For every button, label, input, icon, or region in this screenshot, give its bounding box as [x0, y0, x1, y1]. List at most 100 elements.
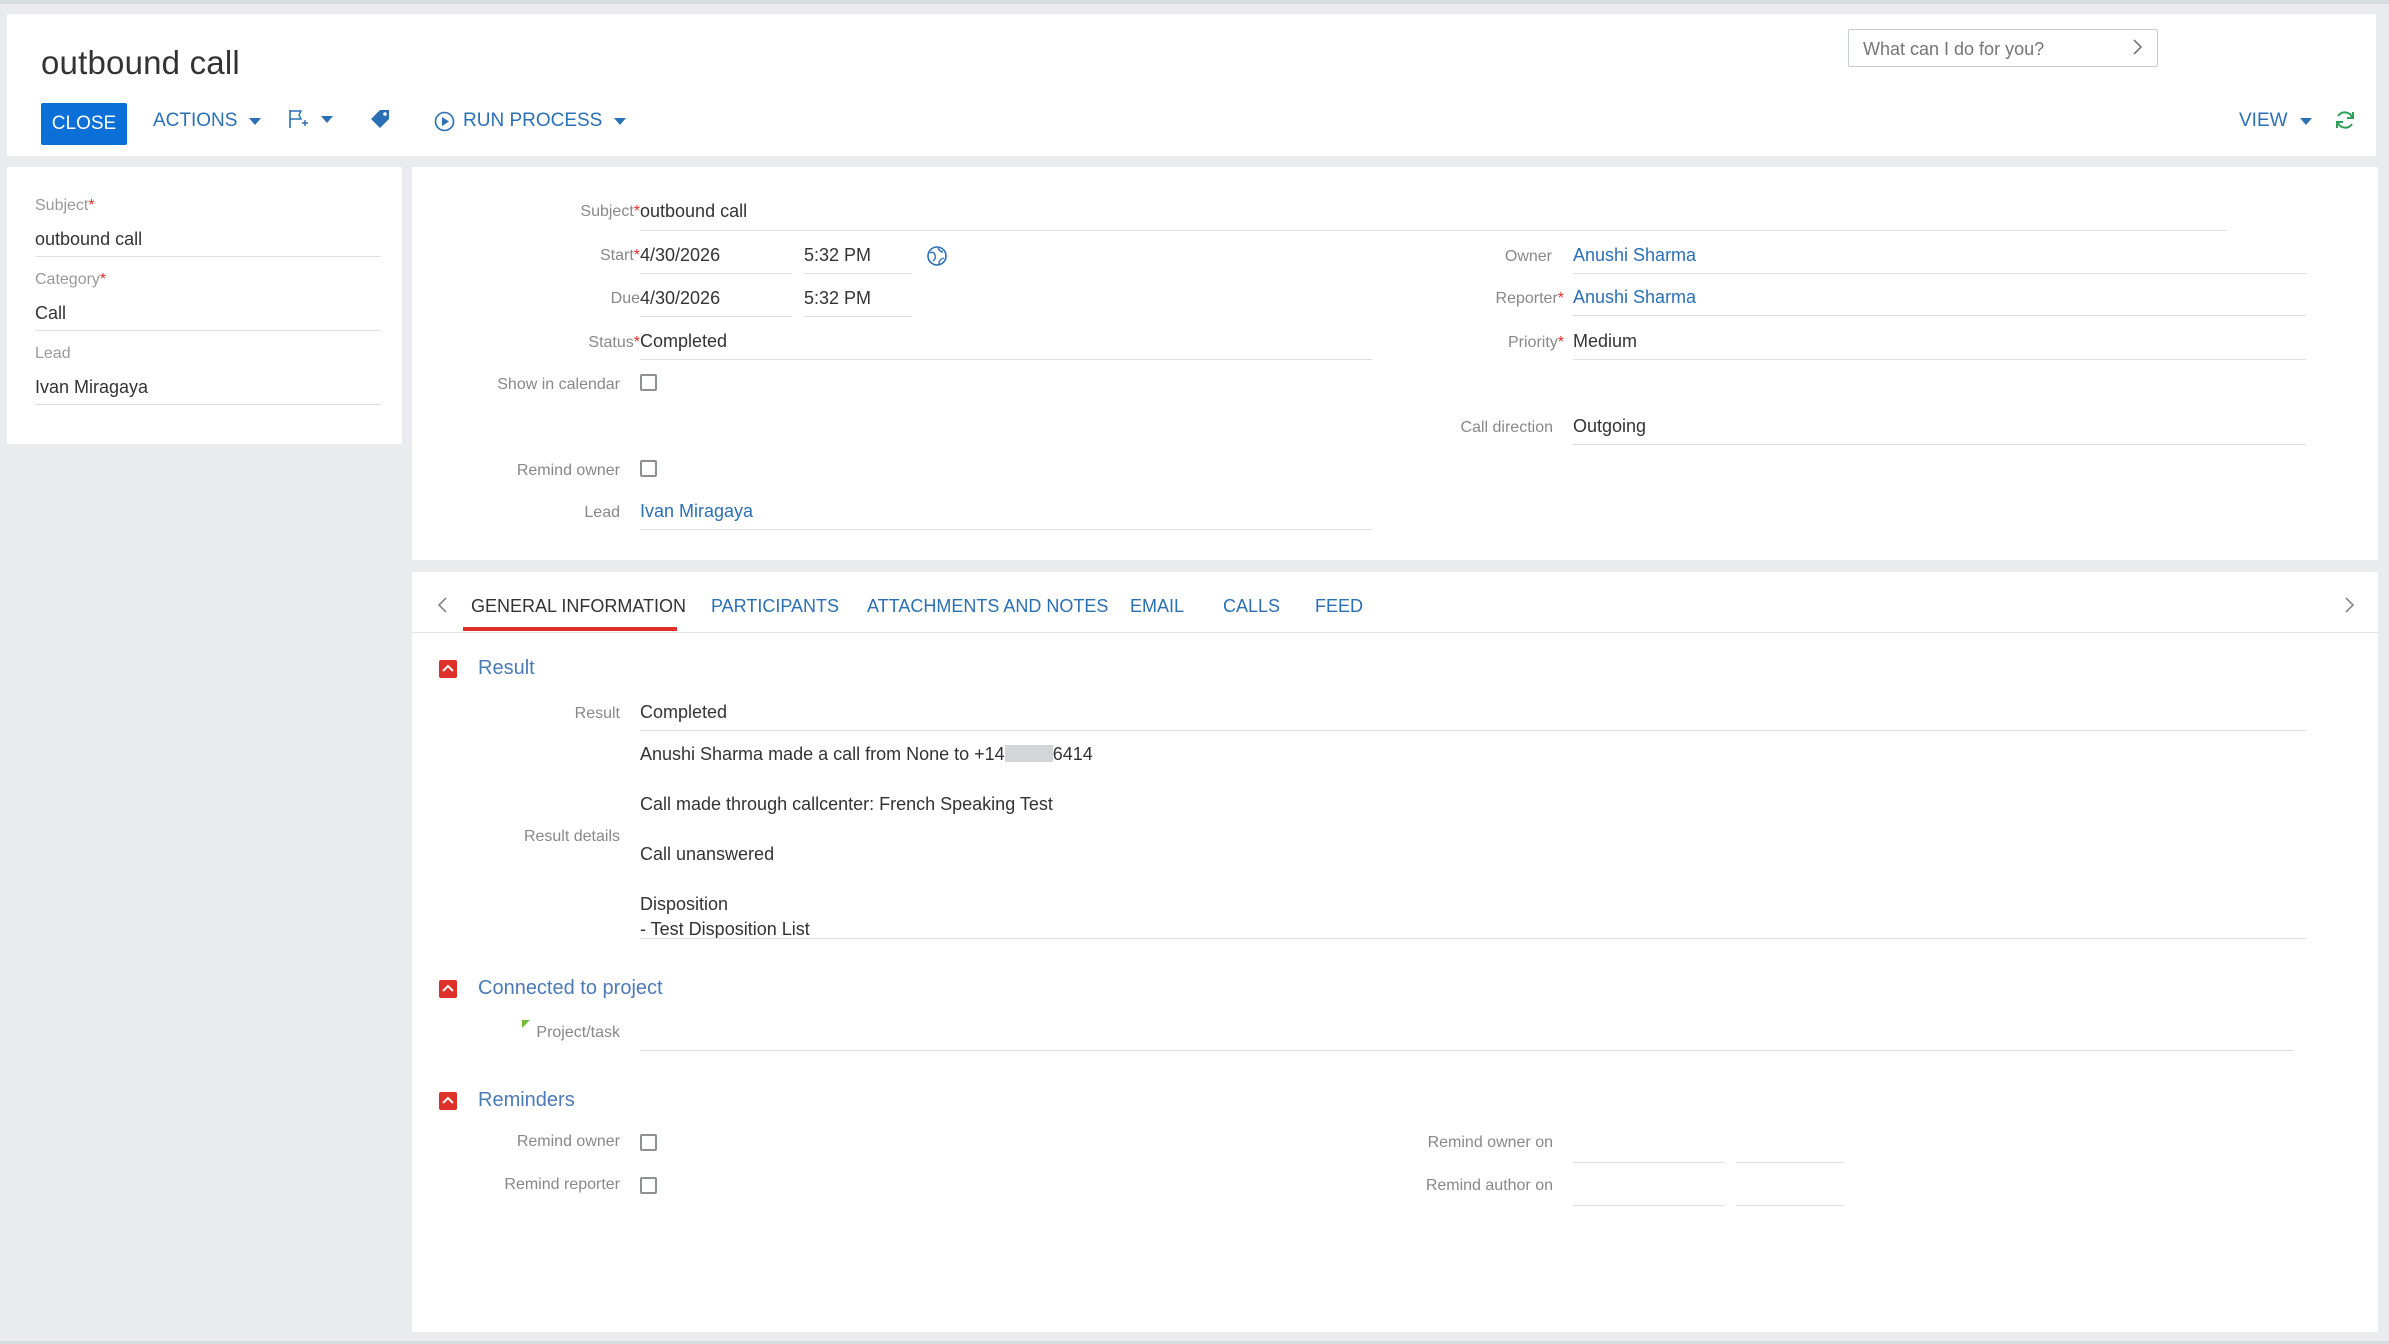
divider: [1573, 359, 2306, 360]
details-line-4: Disposition: [640, 894, 729, 914]
collapse-project-toggle[interactable]: [439, 980, 457, 998]
lead-link[interactable]: Ivan Miragaya: [640, 501, 753, 522]
lead-link[interactable]: Ivan Miragaya: [35, 377, 148, 398]
priority-label: Priority*: [1507, 334, 1564, 351]
subject-value[interactable]: outbound call: [640, 201, 747, 222]
project-section-title[interactable]: Connected to project: [478, 977, 663, 1000]
divider: [640, 529, 1372, 530]
active-tab-indicator: [463, 627, 677, 631]
details-line-3: Call unanswered: [640, 844, 775, 864]
tag-icon: [371, 110, 389, 128]
divider: [35, 404, 381, 405]
result-value[interactable]: Completed: [640, 702, 727, 723]
divider: [1573, 315, 2306, 316]
remind-owner-checkbox[interactable]: [640, 1134, 657, 1151]
divider: [640, 316, 792, 317]
tab-attachments-and-notes[interactable]: ATTACHMENTS AND NOTES: [867, 596, 1108, 617]
refresh-button[interactable]: [2333, 108, 2357, 132]
chevron-right-icon[interactable]: [2129, 38, 2145, 56]
divider: [35, 256, 381, 257]
remind-reporter-label: Remind reporter: [504, 1176, 620, 1193]
divider: [640, 230, 2226, 231]
divider: [640, 359, 1372, 360]
reporter-label: Reporter*: [1495, 290, 1564, 307]
start-label: Start*: [599, 247, 640, 264]
actions-label: ACTIONS: [153, 110, 238, 131]
remind-reporter-checkbox[interactable]: [640, 1177, 657, 1194]
chevron-up-icon: [442, 664, 454, 672]
details-panel: Subject* outbound call Start* 4/30/2026 …: [412, 167, 2378, 560]
result-label: Result: [574, 705, 620, 722]
subject-value[interactable]: outbound call: [35, 229, 142, 250]
due-time[interactable]: 5:32 PM: [804, 288, 871, 309]
run-process-menu[interactable]: RUN PROCESS: [434, 110, 627, 132]
project-task-input[interactable]: [640, 1050, 2294, 1051]
tab-scroll-left-icon[interactable]: [436, 596, 450, 614]
owner-link[interactable]: Anushi Sharma: [1573, 245, 1696, 266]
caret-down-icon: [614, 117, 627, 125]
search-input[interactable]: [1861, 38, 2125, 61]
caret-down-icon: [2299, 117, 2312, 125]
run-process-label: RUN PROCESS: [463, 110, 603, 131]
actions-menu[interactable]: ACTIONS: [153, 110, 262, 132]
divider: [1573, 444, 2306, 445]
category-label: Category*: [35, 271, 107, 288]
priority-value[interactable]: Medium: [1573, 331, 1637, 352]
show-in-calendar-label: Show in calendar: [497, 376, 620, 393]
flag-menu[interactable]: [287, 108, 333, 130]
remind-author-on-label: Remind author on: [1425, 1177, 1553, 1194]
divider: [804, 273, 912, 274]
status-label: Status*: [588, 334, 640, 351]
play-circle-icon: [434, 111, 455, 131]
divider: [35, 330, 381, 331]
collapse-result-toggle[interactable]: [439, 660, 457, 678]
page-title: outbound call: [41, 44, 240, 81]
call-direction-value[interactable]: Outgoing: [1573, 416, 1646, 437]
start-date[interactable]: 4/30/2026: [640, 245, 720, 266]
remind-owner-checkbox[interactable]: [640, 460, 657, 477]
reporter-link[interactable]: Anushi Sharma: [1573, 287, 1696, 308]
remind-author-date-input[interactable]: [1573, 1205, 1725, 1206]
command-search[interactable]: [1848, 29, 2158, 67]
remind-owner-on-label: Remind owner on: [1427, 1134, 1553, 1151]
redacted-block: [1004, 745, 1053, 762]
status-value[interactable]: Completed: [640, 331, 727, 352]
summary-panel: Subject* outbound call Category* Call Le…: [7, 167, 402, 444]
project-task-label: Project/task: [536, 1024, 620, 1041]
details-line-2: Call made through callcenter: French Spe…: [640, 794, 1053, 814]
tab-participants[interactable]: PARTICIPANTS: [711, 596, 839, 617]
remind-owner-label: Remind owner: [516, 462, 620, 479]
tab-scroll-right-icon[interactable]: [2342, 596, 2356, 614]
timezone-globe-icon[interactable]: [926, 245, 948, 267]
divider: [804, 316, 912, 317]
tab-feed[interactable]: FEED: [1315, 596, 1363, 617]
lead-label: Lead: [35, 345, 71, 362]
view-menu[interactable]: VIEW: [2239, 110, 2312, 132]
refresh-icon: [2336, 111, 2354, 129]
category-value[interactable]: Call: [35, 303, 66, 324]
due-label: Due: [610, 290, 640, 307]
divider: [1573, 273, 2306, 274]
remind-author-time-input[interactable]: [1736, 1205, 1844, 1206]
show-in-calendar-checkbox[interactable]: [640, 374, 657, 391]
tag-button[interactable]: [369, 108, 391, 130]
due-date[interactable]: 4/30/2026: [640, 288, 720, 309]
tab-email[interactable]: EMAIL: [1130, 596, 1184, 617]
remind-owner-time-input[interactable]: [1736, 1162, 1844, 1163]
flag-plus-icon: [289, 110, 308, 128]
remind-owner-date-input[interactable]: [1573, 1162, 1725, 1163]
tab-bar: GENERAL INFORMATION PARTICIPANTS ATTACHM…: [412, 572, 2378, 633]
call-direction-label: Call direction: [1460, 419, 1553, 436]
reminders-section-title[interactable]: Reminders: [478, 1089, 575, 1112]
collapse-reminders-toggle[interactable]: [439, 1092, 457, 1110]
start-time[interactable]: 5:32 PM: [804, 245, 871, 266]
view-label: VIEW: [2239, 110, 2288, 131]
result-section-title[interactable]: Result: [478, 657, 535, 680]
divider: [640, 273, 792, 274]
tab-general-information[interactable]: GENERAL INFORMATION: [471, 596, 686, 617]
lead-label: Lead: [584, 504, 620, 521]
tab-calls[interactable]: CALLS: [1223, 596, 1280, 617]
remind-owner-label: Remind owner: [516, 1133, 620, 1150]
result-details-text[interactable]: Anushi Sharma made a call from None to +…: [640, 742, 1093, 942]
close-button[interactable]: CLOSE: [41, 103, 127, 145]
